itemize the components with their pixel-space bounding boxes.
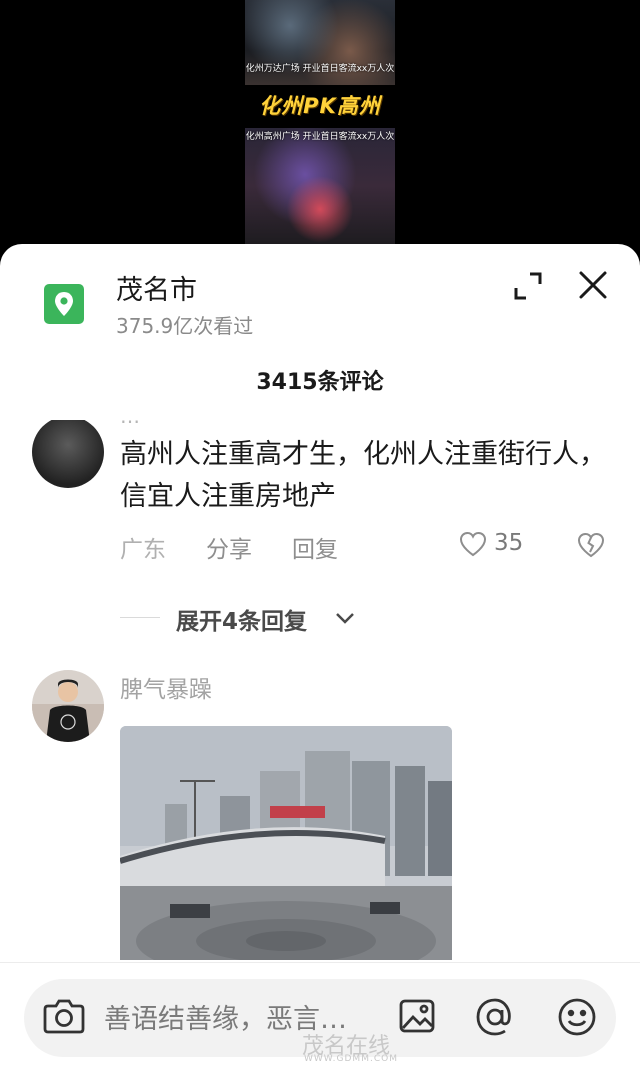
avatar[interactable] bbox=[32, 670, 104, 742]
location-title[interactable]: 茂名市 bbox=[116, 268, 197, 307]
location-views: 375.9亿次看过 bbox=[116, 314, 254, 338]
emoji-icon[interactable] bbox=[556, 996, 598, 1042]
comment-username[interactable]: 脾气暴躁 bbox=[120, 670, 212, 704]
heart-icon[interactable] bbox=[458, 530, 488, 560]
comment-text: 高州人注重高才生，化州人注重街行人，信宜人注重房地产 bbox=[120, 439, 606, 512]
comment-username[interactable]: … bbox=[120, 420, 140, 428]
video-caption-top: 化州万达广场 开业首日客流xx万人次 bbox=[245, 64, 395, 74]
comment-image[interactable] bbox=[120, 726, 452, 960]
comment-region: 广东 bbox=[120, 537, 166, 563]
comment-count: 3415条评论 bbox=[256, 370, 384, 395]
expand-icon[interactable] bbox=[512, 270, 544, 302]
video-area[interactable]: 化州万达广场 开业首日客流xx万人次 化州PK高州 化州高州广场 开业首日客流x… bbox=[0, 0, 640, 260]
reply-button[interactable]: 回复 bbox=[292, 530, 338, 564]
avatar[interactable] bbox=[32, 420, 104, 488]
expand-replies-button[interactable]: 展开4条回复 bbox=[176, 602, 307, 636]
video-frame-top: 化州万达广场 开业首日客流xx万人次 bbox=[245, 0, 395, 85]
comment-list[interactable]: … 高州人注重高才生，化州人注重街行人，信宜人注重房地产 广东 分享 回复 35… bbox=[0, 420, 640, 960]
video-caption-bottom: 化州高州广场 开业首日客流xx万人次 bbox=[245, 132, 395, 142]
comment-sheet: 茂名市 375.9亿次看过 3415条评论 … 高州人注重高才生，化州人注重街行… bbox=[0, 244, 640, 1073]
close-icon[interactable] bbox=[576, 268, 610, 302]
like-count: 35 bbox=[494, 530, 524, 556]
watermark: 茂名在线 WWW.GDMM.COM bbox=[232, 1028, 492, 1068]
chevron-down-icon[interactable] bbox=[334, 610, 356, 629]
video-vs-title: 化州PK高州 bbox=[259, 94, 381, 118]
expand-divider bbox=[120, 617, 160, 618]
location-pin-icon bbox=[44, 284, 84, 324]
watermark-sub: WWW.GDMM.COM bbox=[304, 1054, 398, 1064]
broken-heart-icon[interactable] bbox=[576, 531, 606, 563]
share-button[interactable]: 分享 bbox=[206, 530, 252, 564]
video-frame-bottom: 化州高州广场 开业首日客流xx万人次 bbox=[245, 128, 395, 244]
camera-icon[interactable] bbox=[42, 996, 86, 1040]
